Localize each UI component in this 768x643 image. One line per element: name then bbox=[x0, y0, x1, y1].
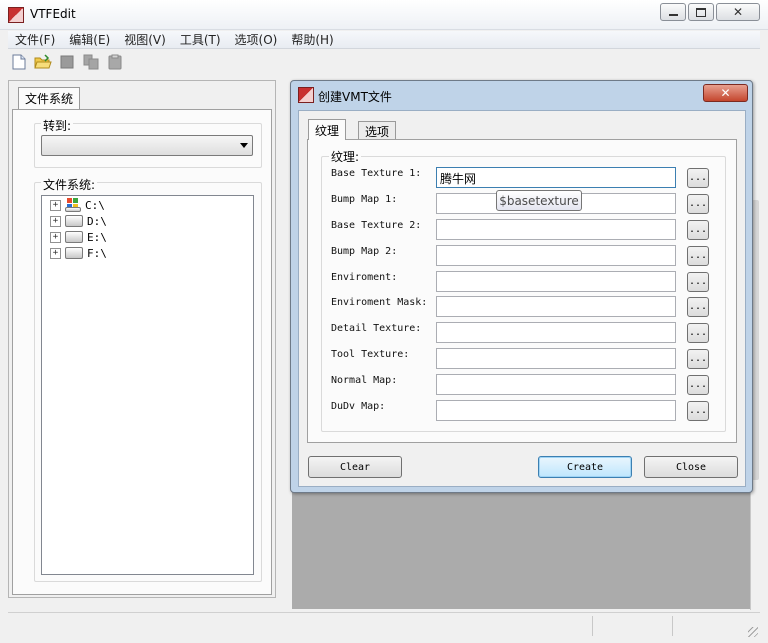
enviroment-mask-input[interactable] bbox=[436, 296, 676, 317]
tab-options[interactable]: 选项 bbox=[358, 121, 397, 140]
create-button[interactable]: Create bbox=[538, 456, 632, 478]
expand-icon[interactable]: + bbox=[50, 231, 61, 243]
tree-item-label: E:\ bbox=[87, 230, 107, 244]
minimize-icon bbox=[668, 14, 678, 16]
dudv-map-input[interactable] bbox=[436, 400, 676, 421]
dialog-icon bbox=[298, 87, 314, 103]
expand-icon[interactable]: + bbox=[50, 247, 61, 259]
drive-icon bbox=[65, 231, 83, 243]
tree-item-d[interactable]: + D:\ bbox=[50, 213, 107, 229]
menu-tools[interactable]: 工具(T) bbox=[173, 31, 228, 48]
menu-file[interactable]: 文件(F) bbox=[8, 31, 62, 48]
goto-dropdown[interactable] bbox=[41, 135, 253, 156]
base-texture-2-input[interactable] bbox=[436, 219, 676, 240]
base-texture-1-label: Base Texture 1: bbox=[331, 168, 422, 179]
goto-label: 转到: bbox=[41, 117, 74, 134]
window-title: VTFEdit bbox=[30, 7, 76, 21]
bump-map-2-input[interactable] bbox=[436, 245, 676, 266]
tree-item-c[interactable]: + C:\ bbox=[50, 197, 105, 213]
maximize-button[interactable] bbox=[688, 3, 714, 21]
new-file-icon bbox=[12, 54, 26, 70]
enviroment-input[interactable] bbox=[436, 271, 676, 292]
dialog-close-button[interactable]: ✕ bbox=[703, 84, 748, 102]
bump-map-1-browse-button[interactable]: ... bbox=[687, 194, 709, 214]
tooltip: $basetexture bbox=[496, 190, 582, 211]
base-texture-1-browse-button[interactable]: ... bbox=[687, 168, 709, 188]
normal-map-input[interactable] bbox=[436, 374, 676, 395]
menu-options[interactable]: 选项(O) bbox=[228, 31, 285, 48]
close-window-button[interactable]: ✕ bbox=[716, 3, 760, 21]
paste-button[interactable] bbox=[106, 53, 124, 71]
menu-view[interactable]: 视图(V) bbox=[117, 31, 173, 48]
copy-icon bbox=[83, 54, 99, 70]
restore-icon bbox=[696, 7, 706, 17]
dudv-map-browse-button[interactable]: ... bbox=[687, 401, 709, 421]
tree-item-label: C:\ bbox=[85, 198, 105, 212]
app-icon bbox=[8, 7, 24, 23]
tool-texture-browse-button[interactable]: ... bbox=[687, 349, 709, 369]
expand-icon[interactable]: + bbox=[50, 199, 61, 211]
save-icon bbox=[60, 55, 74, 69]
texture-group-label: 纹理: bbox=[329, 148, 362, 165]
bump-map-1-label: Bump Map 1: bbox=[331, 194, 398, 205]
app-window: VTFEdit ✕ 文件(F) 编辑(E) 视图(V) 工具(T) 选项(O) … bbox=[0, 0, 768, 643]
tool-texture-input[interactable] bbox=[436, 348, 676, 369]
toolbar bbox=[10, 53, 140, 73]
base-texture-2-browse-button[interactable]: ... bbox=[687, 220, 709, 240]
clear-button[interactable]: Clear bbox=[308, 456, 402, 478]
enviroment-label: Enviroment: bbox=[331, 272, 398, 283]
enviroment-browse-button[interactable]: ... bbox=[687, 272, 709, 292]
close-icon: ✕ bbox=[720, 86, 731, 100]
system-drive-icon bbox=[65, 198, 81, 212]
detail-texture-browse-button[interactable]: ... bbox=[687, 323, 709, 343]
dialog-title: 创建VMT文件 bbox=[318, 90, 392, 104]
tool-texture-label: Tool Texture: bbox=[331, 349, 410, 360]
normal-map-label: Normal Map: bbox=[331, 375, 398, 386]
base-texture-2-label: Base Texture 2: bbox=[331, 220, 422, 231]
tree-item-f[interactable]: + F:\ bbox=[50, 245, 107, 261]
tree-item-label: D:\ bbox=[87, 214, 107, 228]
workspace-area bbox=[292, 491, 750, 609]
base-texture-1-input[interactable]: 腾牛网 bbox=[436, 167, 676, 188]
menu-edit[interactable]: 编辑(E) bbox=[62, 31, 117, 48]
menu-help[interactable]: 帮助(H) bbox=[284, 31, 340, 48]
status-bar bbox=[8, 612, 760, 639]
paste-icon bbox=[108, 54, 122, 70]
dudv-map-label: DuDv Map: bbox=[331, 401, 386, 412]
tab-file-system[interactable]: 文件系统 bbox=[18, 87, 81, 109]
bump-map-2-browse-button[interactable]: ... bbox=[687, 246, 709, 266]
chevron-down-icon bbox=[240, 143, 248, 148]
tree-item-e[interactable]: + E:\ bbox=[50, 229, 107, 245]
menu-bar: 文件(F) 编辑(E) 视图(V) 工具(T) 选项(O) 帮助(H) bbox=[8, 31, 760, 49]
title-bar: VTFEdit ✕ bbox=[0, 0, 768, 30]
expand-icon[interactable]: + bbox=[50, 215, 61, 227]
drive-icon bbox=[65, 247, 83, 259]
file-tree-label: 文件系统: bbox=[41, 176, 98, 193]
open-button[interactable] bbox=[34, 53, 52, 71]
file-tree[interactable]: + C:\ + D:\ + E:\ + F:\ bbox=[41, 195, 254, 575]
tab-textures[interactable]: 纹理 bbox=[308, 119, 347, 140]
resize-grip-icon[interactable] bbox=[748, 627, 758, 637]
enviroment-mask-browse-button[interactable]: ... bbox=[687, 297, 709, 317]
tree-item-label: F:\ bbox=[87, 246, 107, 260]
bump-map-2-label: Bump Map 2: bbox=[331, 246, 398, 257]
close-icon: ✕ bbox=[732, 5, 744, 19]
new-file-button[interactable] bbox=[10, 53, 28, 71]
normal-map-browse-button[interactable]: ... bbox=[687, 375, 709, 395]
close-button[interactable]: Close bbox=[644, 456, 738, 478]
minimize-button[interactable] bbox=[660, 3, 686, 21]
save-button[interactable] bbox=[58, 53, 76, 71]
enviroment-mask-label: Enviroment Mask: bbox=[331, 297, 428, 308]
drive-icon bbox=[65, 215, 83, 227]
copy-button[interactable] bbox=[82, 53, 100, 71]
detail-texture-label: Detail Texture: bbox=[331, 323, 422, 334]
open-folder-icon bbox=[34, 54, 52, 69]
detail-texture-input[interactable] bbox=[436, 322, 676, 343]
